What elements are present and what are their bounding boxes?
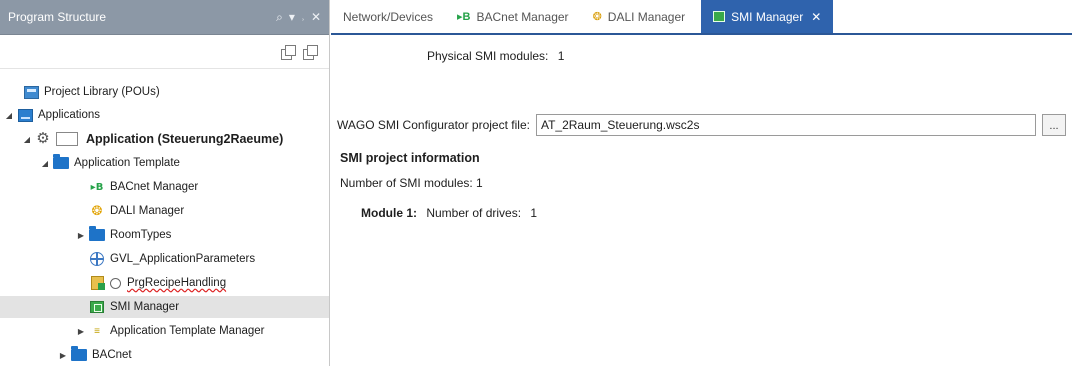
panel-header: Program Structure ⌕ ▾ ˒ ✕ — [0, 0, 329, 35]
tree-item-application[interactable]: ◢ ⚙ Application (Steuerung2Raeume) — [0, 128, 329, 150]
expanded-arrow-icon[interactable]: ◢ — [4, 111, 14, 120]
tree-item-bacnet[interactable]: ▶ BACnet — [0, 344, 329, 366]
close-icon[interactable]: ✕ — [811, 10, 821, 24]
tab-label: DALI Manager — [607, 9, 686, 24]
editor-tabs: Network/Devices ▸B BACnet Manager ❂ DALI… — [331, 0, 1072, 35]
collapsed-arrow-icon[interactable]: ▶ — [76, 231, 86, 240]
status-radio-icon — [110, 277, 121, 289]
gear-icon: ⚙ — [36, 130, 50, 147]
drives-value: 1 — [530, 206, 538, 220]
project-file-label: WAGO SMI Configurator project file: — [337, 118, 530, 132]
close-icon[interactable]: ✕ — [311, 10, 321, 24]
tab-bacnet-manager[interactable]: ▸B BACnet Manager — [445, 0, 581, 33]
tree-item-label: Applications — [38, 109, 101, 121]
browse-button[interactable]: ... — [1042, 114, 1066, 136]
expand-all-icon[interactable] — [281, 44, 296, 60]
tree-item-label: GVL_ApplicationParameters — [110, 253, 256, 265]
smi-icon — [90, 301, 104, 313]
tree-item-label: Application Template Manager — [110, 325, 265, 337]
program-icon — [90, 276, 105, 290]
bacnet-icon: ▸B — [90, 181, 104, 193]
tree-item-gvl[interactable]: GVL_ApplicationParameters — [0, 248, 329, 270]
tree-item-label: SMI Manager — [110, 301, 180, 313]
tab-label: SMI Manager — [731, 9, 804, 24]
project-file-row: WAGO SMI Configurator project file: ... — [337, 113, 1066, 137]
module-row: Module 1: Number of drives: 1 — [361, 206, 537, 220]
collapsed-arrow-icon[interactable]: ▶ — [58, 351, 68, 360]
dropdown-arrow-icon[interactable]: ▾ — [289, 10, 295, 24]
tree-item-project-library[interactable]: Project Library (POUs) — [0, 81, 329, 103]
tree-item-bacnet-manager[interactable]: ▸B BACnet Manager — [0, 176, 329, 198]
physical-modules-value: 1 — [557, 49, 565, 63]
folder-icon — [53, 154, 69, 169]
dali-icon: ❂ — [592, 11, 602, 23]
tree-item-applications[interactable]: ◢ Applications — [0, 104, 329, 126]
tree-item-label: Application (Steuerung2Raeume) — [86, 132, 284, 146]
drives-label: Number of drives: — [426, 206, 522, 220]
tab-label: BACnet Manager — [476, 9, 569, 24]
physical-modules-label: Physical SMI modules: — [427, 49, 549, 63]
tab-dali-manager[interactable]: ❂ DALI Manager — [581, 0, 698, 33]
tree-item-label: Application Template — [74, 157, 180, 169]
tree-item-label: BACnet — [92, 349, 132, 361]
folder-icon — [89, 226, 105, 241]
tree-item-dali-manager[interactable]: ❂ DALI Manager — [0, 200, 329, 222]
smi-info-title: SMI project information — [340, 151, 480, 165]
module-label: Module 1: — [361, 206, 417, 220]
folder-icon — [71, 346, 87, 361]
tab-network-devices[interactable]: Network/Devices — [331, 0, 445, 33]
tree-item-label: BACnet Manager — [110, 181, 199, 193]
program-tree: Project Library (POUs) ◢ Applications ◢ … — [0, 69, 329, 366]
project-file-field[interactable] — [535, 114, 1036, 136]
template-manager-icon: ≡ — [94, 325, 100, 337]
collapse-all-icon[interactable] — [303, 44, 318, 60]
tree-item-label: RoomTypes — [110, 229, 172, 241]
tree-item-prgrecipehandling[interactable]: PrgRecipeHandling — [0, 272, 329, 294]
tree-item-label: PrgRecipeHandling — [127, 277, 227, 289]
physical-modules-row: Physical SMI modules: 1 — [427, 49, 570, 63]
placeholder-box — [56, 132, 78, 146]
dali-icon: ❂ — [91, 203, 103, 218]
panel-toolbar — [0, 35, 329, 69]
tree-item-label: Project Library (POUs) — [44, 86, 160, 98]
tree-item-application-template[interactable]: ◢ Application Template — [0, 152, 329, 174]
tree-item-smi-manager[interactable]: SMI Manager — [0, 296, 329, 318]
pin-icon[interactable]: ˒ — [301, 10, 305, 24]
tab-smi-manager[interactable]: SMI Manager ✕ — [701, 0, 834, 33]
smi-module-count: Number of SMI modules: 1 — [340, 176, 483, 190]
smi-icon — [713, 11, 726, 22]
search-icon[interactable]: ⌕ — [276, 10, 283, 25]
panel-title: Program Structure — [8, 10, 107, 24]
editor-area: Network/Devices ▸B BACnet Manager ❂ DALI… — [331, 0, 1072, 366]
expanded-arrow-icon[interactable]: ◢ — [22, 135, 32, 144]
gvl-icon — [90, 252, 104, 266]
library-icon — [23, 85, 39, 99]
tree-item-template-manager[interactable]: ▶ ≡ Application Template Manager — [0, 320, 329, 342]
bacnet-icon: ▸B — [457, 11, 471, 23]
tree-item-label: DALI Manager — [110, 205, 185, 217]
tree-item-roomtypes[interactable]: ▶ RoomTypes — [0, 224, 329, 246]
tab-label: Network/Devices — [343, 9, 434, 24]
program-structure-panel: Program Structure ⌕ ▾ ˒ ✕ Project Librar… — [0, 0, 330, 366]
applications-icon — [17, 108, 33, 122]
collapsed-arrow-icon[interactable]: ▶ — [76, 327, 86, 336]
expanded-arrow-icon[interactable]: ◢ — [40, 159, 50, 168]
